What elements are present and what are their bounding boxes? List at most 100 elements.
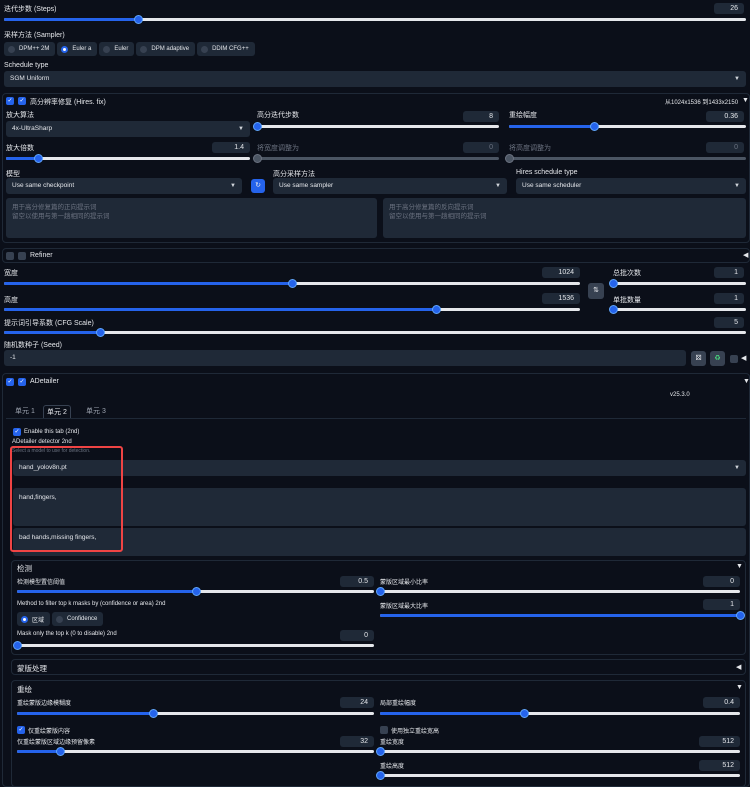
max-ratio-input[interactable]: 1 <box>703 599 740 610</box>
mask-blur-slider[interactable] <box>17 709 374 718</box>
resize-width-label: 将宽度调整为 <box>257 145 299 152</box>
steps-slider[interactable] <box>4 15 746 24</box>
batch-count-slider-knob[interactable] <box>609 279 618 288</box>
hires-title: 高分辨率修复 (Hires. fix) <box>30 99 106 106</box>
batch-count-slider[interactable] <box>609 279 746 288</box>
batch-count-input[interactable]: 1 <box>714 267 744 278</box>
steps-slider-knob[interactable] <box>133 15 143 24</box>
width-slider-knob[interactable] <box>288 279 297 288</box>
upscale-by-slider-knob[interactable] <box>33 154 43 163</box>
seed-expand-icon[interactable]: ◀ <box>741 354 746 362</box>
schedule-select[interactable]: SGM Uniform ▼ <box>4 71 746 87</box>
topk-slider-knob[interactable] <box>13 641 22 650</box>
collapse-icon[interactable]: ▼ <box>736 684 743 691</box>
sampler-option-dpm-adaptive[interactable]: DPM adaptive <box>136 42 196 56</box>
only-masked-checkbox[interactable]: ✓ <box>17 726 25 734</box>
upscale-by-input[interactable]: 1.4 <box>212 142 250 153</box>
refiner-checkbox[interactable] <box>6 252 14 260</box>
hires-checkpoint-select[interactable]: Use same checkpoint ▼ <box>6 178 242 194</box>
sampler-option-euler[interactable]: Euler <box>99 42 135 56</box>
recycle-icon[interactable]: ♻ <box>710 351 725 366</box>
method-option-area[interactable]: 区域 <box>17 612 51 626</box>
hires-sampler-select[interactable]: Use same sampler ▼ <box>273 178 507 194</box>
resize-width-input[interactable]: 0 <box>463 142 499 153</box>
dice-icon[interactable]: ⚄ <box>691 351 706 366</box>
collapse-icon[interactable]: ▼ <box>742 97 749 104</box>
refresh-icon[interactable]: ↻ <box>251 179 265 193</box>
topk-slider[interactable] <box>13 641 374 650</box>
upscale-by-slider[interactable] <box>6 154 250 163</box>
hires-scheduler-select[interactable]: Use same scheduler ▼ <box>516 178 746 194</box>
topk-input[interactable]: 0 <box>340 630 374 641</box>
inpaint-width-slider[interactable] <box>376 747 740 756</box>
min-ratio-slider-knob[interactable] <box>376 587 385 596</box>
collapse-icon[interactable]: ▼ <box>743 378 750 385</box>
max-ratio-slider[interactable] <box>380 611 745 620</box>
resize-height-slider[interactable] <box>505 154 746 163</box>
collapse-icon[interactable]: ▼ <box>736 563 743 570</box>
width-input[interactable]: 1024 <box>542 267 580 278</box>
upscaler-select[interactable]: 4x-UltraSharp ▼ <box>6 121 250 137</box>
inpaint-height-input[interactable]: 512 <box>699 760 740 771</box>
max-ratio-slider-knob[interactable] <box>736 611 745 620</box>
steps-input[interactable]: 26 <box>714 3 744 14</box>
min-ratio-input[interactable]: 0 <box>703 576 740 587</box>
cfg-slider[interactable] <box>4 328 746 337</box>
sampler-option-dpm2m[interactable]: DPM++ 2M <box>4 42 56 56</box>
inpaint-width-slider-knob[interactable] <box>376 747 385 756</box>
hires-steps-slider-knob[interactable] <box>253 122 262 131</box>
sampler-option-euler-a[interactable]: Euler a <box>57 42 98 56</box>
sampler-option-ddim-cfgpp[interactable]: DDIM CFG++ <box>197 42 255 56</box>
method-option-confidence[interactable]: Confidence <box>52 612 104 626</box>
adetailer-accordion-checkbox[interactable]: ✓ <box>18 378 26 386</box>
tab-unit-2[interactable]: 单元 2 <box>43 405 71 418</box>
separate-size-checkbox[interactable] <box>380 726 388 734</box>
confidence-slider-knob[interactable] <box>191 587 201 596</box>
inpaint-denoise-slider-knob[interactable] <box>520 709 529 718</box>
refiner-accordion-checkbox[interactable] <box>18 252 26 260</box>
height-slider-knob[interactable] <box>432 305 441 314</box>
expand-icon[interactable]: ◀ <box>743 251 748 259</box>
batch-size-slider[interactable] <box>609 305 746 314</box>
confidence-slider[interactable] <box>17 587 374 596</box>
inpaint-width-input[interactable]: 512 <box>699 736 740 747</box>
cfg-slider-knob[interactable] <box>96 328 106 337</box>
width-slider[interactable] <box>4 279 580 288</box>
padding-slider[interactable] <box>17 747 374 756</box>
cfg-input[interactable]: 5 <box>714 317 744 328</box>
mask-blur-input[interactable]: 24 <box>340 697 374 708</box>
resize-height-input[interactable]: 0 <box>706 142 744 153</box>
seed-extra-checkbox[interactable] <box>730 355 738 363</box>
batch-size-slider-knob[interactable] <box>609 305 618 314</box>
confidence-input[interactable]: 0.5 <box>340 576 374 587</box>
enable-tab-checkbox[interactable]: ✓ <box>13 428 21 436</box>
tab-unit-3[interactable]: 单元 3 <box>83 405 109 418</box>
height-slider[interactable] <box>4 305 580 314</box>
inpaint-denoise-input[interactable]: 0.4 <box>703 697 740 708</box>
denoise-input[interactable]: 0.36 <box>706 111 744 122</box>
resize-width-slider[interactable] <box>253 154 499 163</box>
expand-icon[interactable]: ◀ <box>736 663 741 671</box>
hires-enable-checkbox[interactable]: ✓ <box>6 97 14 105</box>
resize-height-slider-knob[interactable] <box>505 154 514 163</box>
inpaint-height-slider-knob[interactable] <box>376 771 385 780</box>
denoise-slider[interactable] <box>509 122 746 131</box>
height-input[interactable]: 1536 <box>542 293 580 304</box>
mask-blur-slider-knob[interactable] <box>148 709 158 718</box>
padding-input[interactable]: 32 <box>340 736 374 747</box>
hires-steps-slider[interactable] <box>253 122 499 131</box>
tab-unit-1[interactable]: 单元 1 <box>12 405 38 418</box>
inpaint-height-slider[interactable] <box>376 771 740 780</box>
hires-accordion-checkbox[interactable]: ✓ <box>18 97 26 105</box>
swap-dimensions-icon[interactable]: ⇅ <box>588 283 604 299</box>
adetailer-enable-checkbox[interactable]: ✓ <box>6 378 14 386</box>
hires-negative-prompt-textarea[interactable]: 用于高分修复篇的反向提示词 留空以使用与第一趟相同的提示词 <box>383 198 746 238</box>
hires-steps-input[interactable]: 8 <box>463 111 499 122</box>
batch-size-input[interactable]: 1 <box>714 293 744 304</box>
padding-slider-knob[interactable] <box>55 747 65 756</box>
inpaint-denoise-slider[interactable] <box>380 709 740 718</box>
seed-input[interactable]: -1 <box>4 350 686 366</box>
resize-width-slider-knob[interactable] <box>253 154 262 163</box>
min-ratio-slider[interactable] <box>376 587 740 596</box>
hires-prompt-textarea[interactable]: 用于高分修复篇的正向提示词 留空以使用与第一趟相同的提示词 <box>6 198 377 238</box>
